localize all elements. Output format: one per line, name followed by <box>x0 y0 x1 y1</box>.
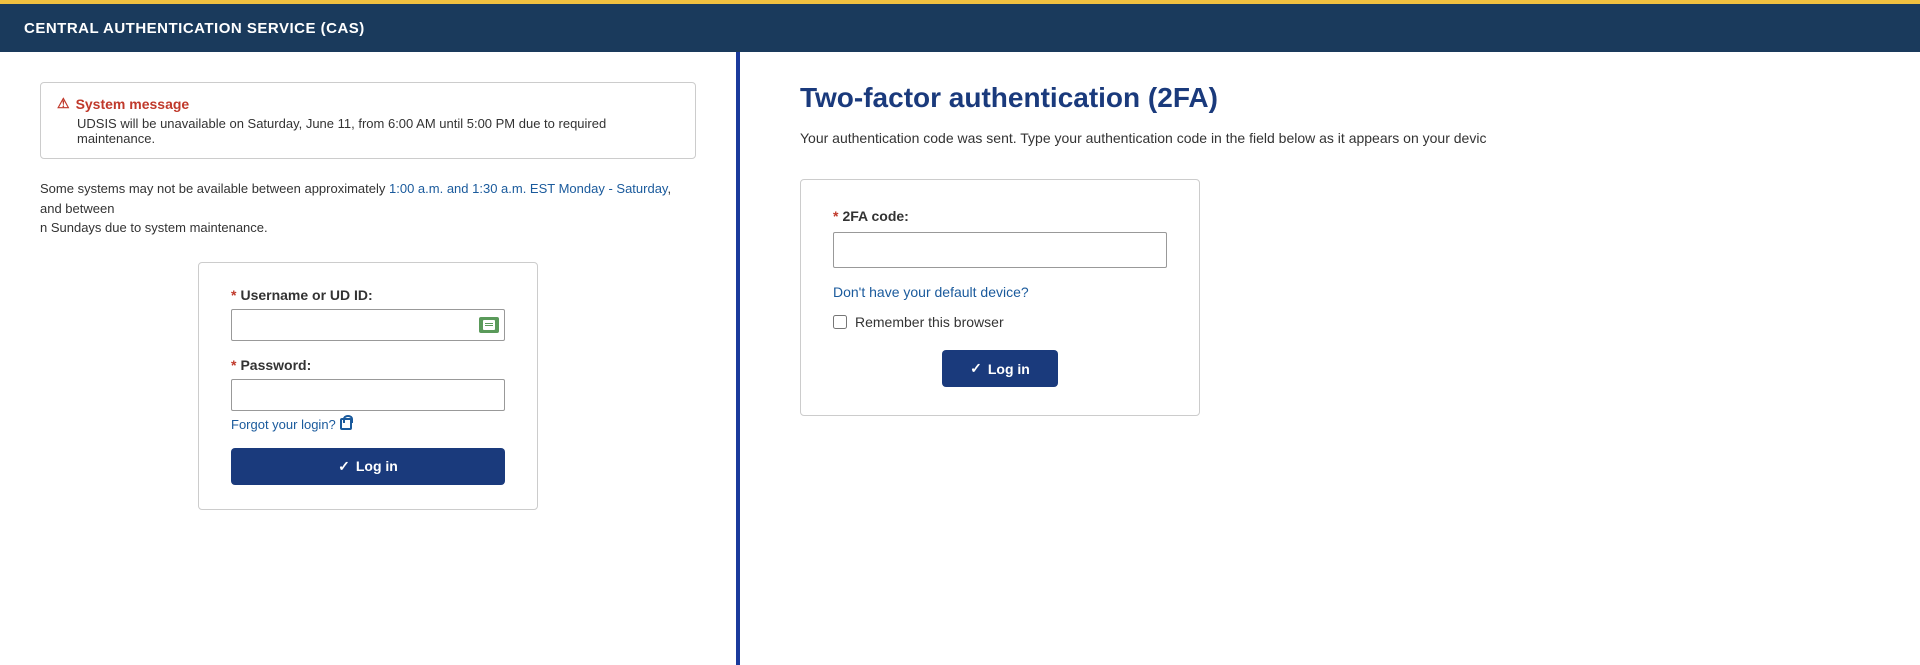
checkmark-icon: ✓ <box>338 458 350 475</box>
password-required-star: * <box>231 357 236 373</box>
twofa-required-star: * <box>833 208 838 224</box>
maintenance-note: Some systems may not be available betwee… <box>40 179 696 238</box>
username-label-text: Username or UD ID: <box>240 287 372 303</box>
no-device-link[interactable]: Don't have your default device? <box>833 284 1167 300</box>
alert-body: UDSIS will be unavailable on Saturday, J… <box>77 116 679 146</box>
maintenance-time: 1:00 a.m. and 1:30 a.m. EST Monday - Sat… <box>389 181 667 196</box>
login-button-text: Log in <box>356 458 398 474</box>
password-input[interactable] <box>231 379 505 411</box>
alert-title-text: System message <box>76 96 190 112</box>
twofa-code-input[interactable] <box>833 232 1167 268</box>
alert-title: ⚠ System message <box>57 95 679 112</box>
username-field-group: * Username or UD ID: <box>231 287 505 341</box>
remember-browser-checkbox[interactable] <box>833 315 847 329</box>
remember-browser-row: Remember this browser <box>833 314 1167 330</box>
password-label: * Password: <box>231 357 505 373</box>
forgot-login-link[interactable]: Forgot your login? <box>231 417 352 432</box>
left-column: ⚠ System message UDSIS will be unavailab… <box>0 52 740 665</box>
page-header: CENTRAL AUTHENTICATION SERVICE (CAS) <box>0 0 1920 52</box>
username-input[interactable] <box>231 309 505 341</box>
username-input-wrapper <box>231 309 505 341</box>
maintenance-before: Some systems may not be available betwee… <box>40 181 389 196</box>
twofa-login-button-text: Log in <box>988 361 1030 377</box>
maintenance-after: n Sundays due to system maintenance. <box>40 220 268 235</box>
twofa-code-label: * 2FA code: <box>833 208 1167 224</box>
forgot-link-text: Forgot your login? <box>231 417 336 432</box>
password-label-text: Password: <box>240 357 311 373</box>
header-title: CENTRAL AUTHENTICATION SERVICE (CAS) <box>24 20 365 37</box>
warning-icon: ⚠ <box>57 95 70 112</box>
twofa-title: Two-factor authentication (2FA) <box>800 82 1860 114</box>
username-required-star: * <box>231 287 236 303</box>
lock-icon <box>340 418 352 430</box>
system-alert-box: ⚠ System message UDSIS will be unavailab… <box>40 82 696 159</box>
twofa-box: * 2FA code: Don't have your default devi… <box>800 179 1200 416</box>
twofa-code-label-text: 2FA code: <box>842 208 908 224</box>
password-field-group: * Password: Forgot your login? <box>231 357 505 432</box>
right-column: Two-factor authentication (2FA) Your aut… <box>740 52 1920 665</box>
password-input-wrapper <box>231 379 505 411</box>
login-button[interactable]: ✓ Log in <box>231 448 505 485</box>
twofa-login-button[interactable]: ✓ Log in <box>942 350 1058 387</box>
username-icon <box>479 317 499 333</box>
remember-browser-label: Remember this browser <box>855 314 1004 330</box>
username-icon-inner <box>483 320 495 330</box>
twofa-checkmark-icon: ✓ <box>970 360 982 377</box>
twofa-description: Your authentication code was sent. Type … <box>800 128 1860 149</box>
main-content: ⚠ System message UDSIS will be unavailab… <box>0 52 1920 665</box>
username-label: * Username or UD ID: <box>231 287 505 303</box>
login-form-box: * Username or UD ID: * Password: <box>198 262 538 510</box>
